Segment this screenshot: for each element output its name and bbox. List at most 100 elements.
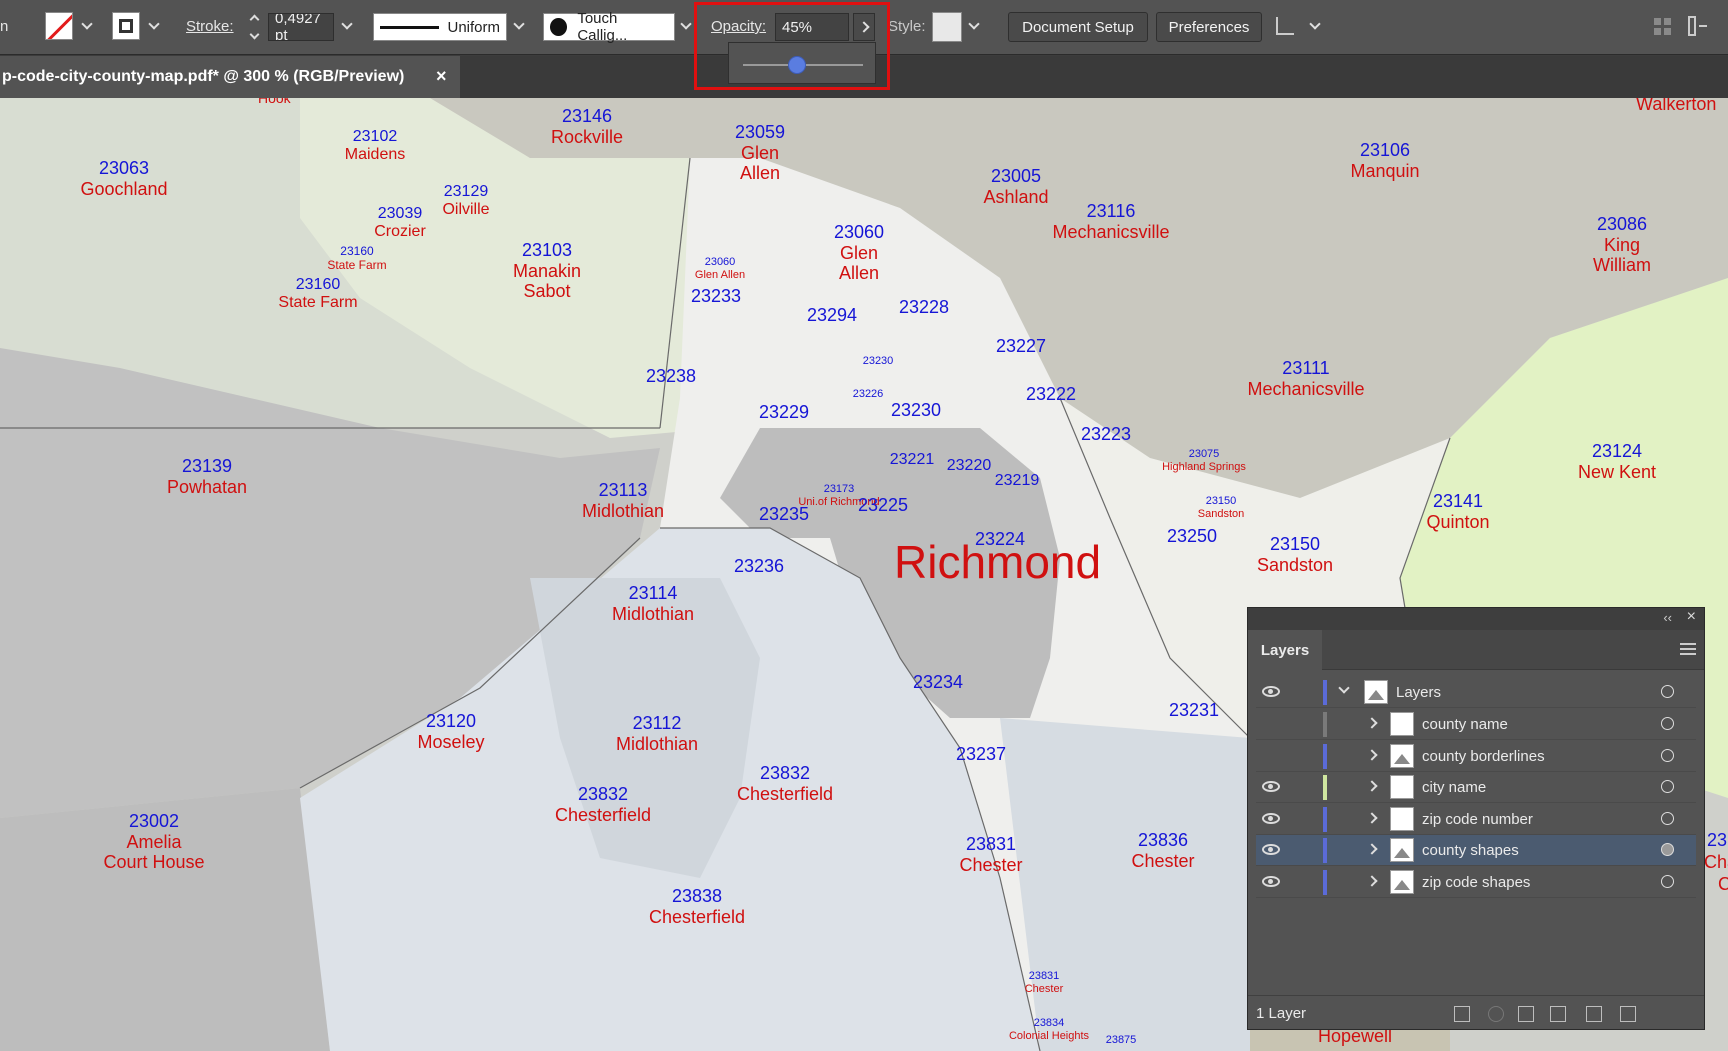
trash-icon[interactable]: [1620, 1006, 1636, 1022]
graphic-style-swatch[interactable]: [932, 12, 962, 42]
brush-dropdown[interactable]: [680, 18, 692, 30]
close-panel-icon[interactable]: ×: [1687, 608, 1696, 626]
arrange-documents-icon[interactable]: [1276, 14, 1300, 38]
opacity-slider-toggle[interactable]: [853, 13, 875, 41]
stroke-label[interactable]: Stroke:: [186, 18, 234, 35]
layer-row[interactable]: zip code shapes: [1256, 867, 1696, 898]
city-name-label: Powhatan: [166, 476, 248, 497]
layer-row[interactable]: city name: [1256, 772, 1696, 803]
brush-definition[interactable]: Touch Callig...: [543, 10, 675, 44]
expand-layer-icon[interactable]: [1366, 717, 1378, 729]
layer-target-icon[interactable]: [1661, 748, 1674, 762]
zip-code-label: 23139: [181, 456, 233, 476]
expand-layer-icon[interactable]: [1366, 874, 1378, 887]
clipping-mask-icon[interactable]: [1518, 1006, 1534, 1022]
map-place-label: 23838 Chesterfield: [649, 886, 745, 927]
stroke-weight-input[interactable]: 0,4927 pt: [268, 13, 334, 41]
layers-panel: ‹‹ × Layers Layers county name county bor…: [1247, 607, 1705, 1030]
zip-code-label: 23225: [857, 495, 909, 515]
map-place-label: 23124 New Kent: [1578, 441, 1656, 482]
collapse-layer-icon[interactable]: [1338, 682, 1350, 694]
locate-search-icon[interactable]: [1488, 1006, 1504, 1022]
city-name-label: Crozier: [374, 223, 426, 241]
city-name-label: Manquin: [1350, 160, 1420, 181]
city-name-label: Sandston: [1256, 554, 1334, 575]
opacity-slider-knob[interactable]: [788, 56, 806, 74]
stroke-weight-dropdown[interactable]: [341, 18, 353, 30]
tab-layers[interactable]: Layers: [1248, 630, 1322, 670]
export-icon[interactable]: [1454, 1006, 1470, 1022]
variable-width-profile[interactable]: Uniform: [373, 13, 507, 41]
expand-layer-icon[interactable]: [1366, 811, 1378, 824]
close-tab-icon[interactable]: ×: [436, 66, 447, 87]
zip-code-label: 23075: [1188, 448, 1220, 460]
fill-swatch[interactable]: [45, 12, 73, 40]
map-place-label: 23160 State Farm: [278, 276, 357, 313]
arrange-dropdown[interactable]: [1309, 18, 1321, 30]
new-layer-icon[interactable]: [1586, 1006, 1602, 1022]
style-label: Style:: [888, 18, 926, 35]
panel-menu-icon[interactable]: [1680, 643, 1696, 655]
fill-dropdown[interactable]: [81, 18, 93, 30]
layer-target-icon[interactable]: [1661, 874, 1674, 888]
new-sublayer-icon[interactable]: [1550, 1006, 1566, 1022]
layer-row-parent[interactable]: Layers: [1256, 677, 1696, 708]
city-name-label: Chester: [959, 854, 1023, 875]
layer-target-icon[interactable]: [1661, 843, 1674, 856]
layer-name: zip code number: [1422, 810, 1533, 828]
city-name-label: Rockville: [550, 126, 624, 147]
chevron-down-icon: [341, 18, 353, 30]
visibility-toggle-empty[interactable]: [1258, 713, 1284, 735]
zip-code-label: 23106: [1359, 140, 1411, 160]
visibility-eye-icon[interactable]: [1262, 812, 1280, 824]
expand-layer-icon[interactable]: [1366, 780, 1378, 792]
layer-row[interactable]: county shapes: [1256, 835, 1696, 866]
zip-code-label: 23219: [994, 472, 1040, 489]
stepper-up-icon: [249, 14, 259, 25]
chevron-down-icon: [1309, 18, 1321, 30]
zip-code-label: 23875: [1105, 1034, 1137, 1046]
visibility-eye-icon[interactable]: [1262, 686, 1280, 697]
layer-row[interactable]: zip code number: [1256, 804, 1696, 835]
map-place-label: 23103 Manakin Sabot: [513, 240, 581, 302]
layer-target-icon[interactable]: [1661, 780, 1674, 793]
map-place-label: 23836 Chester: [1131, 830, 1194, 871]
richmond-label: Richmond: [894, 536, 1102, 588]
layer-target-icon[interactable]: [1661, 717, 1674, 730]
map-place-label: 23129 Oilville: [442, 183, 489, 220]
stroke-dropdown[interactable]: [148, 18, 160, 30]
opacity-label[interactable]: Opacity:: [711, 18, 766, 35]
city-name-label: Goochland: [80, 178, 168, 199]
layer-row[interactable]: county borderlines: [1256, 741, 1696, 772]
zip-code-label: 23237: [955, 744, 1007, 764]
visibility-eye-icon[interactable]: [1262, 844, 1280, 855]
visibility-eye-icon[interactable]: [1262, 781, 1280, 792]
city-name-label: Chester: [1024, 982, 1064, 995]
visibility-eye-icon[interactable]: [1262, 875, 1280, 887]
expand-layer-icon[interactable]: [1366, 843, 1378, 855]
preferences-button[interactable]: Preferences: [1156, 12, 1262, 42]
document-tab[interactable]: p-code-city-county-map.pdf* @ 300 % (RGB…: [0, 56, 460, 98]
stroke-stepper[interactable]: [244, 12, 264, 42]
chevron-down-icon: [513, 18, 525, 30]
layer-target-icon[interactable]: [1661, 811, 1674, 825]
opacity-input[interactable]: 45%: [775, 13, 849, 41]
stroke-swatch[interactable]: [112, 12, 140, 40]
document-setup-button[interactable]: Document Setup: [1008, 12, 1148, 42]
profile-dropdown[interactable]: [513, 18, 525, 30]
expand-layer-icon[interactable]: [1366, 748, 1378, 761]
collapse-panel-icon[interactable]: ‹‹: [1663, 610, 1672, 625]
zip-code-label: 23234: [912, 672, 964, 692]
zip-code-label: 23141: [1432, 491, 1484, 511]
region-chester: [1000, 718, 1250, 1051]
zip-code-label: 23060: [704, 256, 736, 268]
visibility-toggle-empty[interactable]: [1258, 745, 1284, 767]
panel-grid-icon[interactable]: [1654, 16, 1672, 36]
layer-row[interactable]: county name: [1256, 709, 1696, 740]
city-name-label: Chesterfield: [554, 804, 652, 825]
panel-options-icon[interactable]: [1688, 15, 1710, 37]
layer-target-icon[interactable]: [1661, 685, 1674, 698]
map-place-label: 23059 Glen Allen: [735, 122, 785, 184]
style-dropdown[interactable]: [968, 18, 980, 30]
chevron-down-icon: [81, 18, 93, 30]
